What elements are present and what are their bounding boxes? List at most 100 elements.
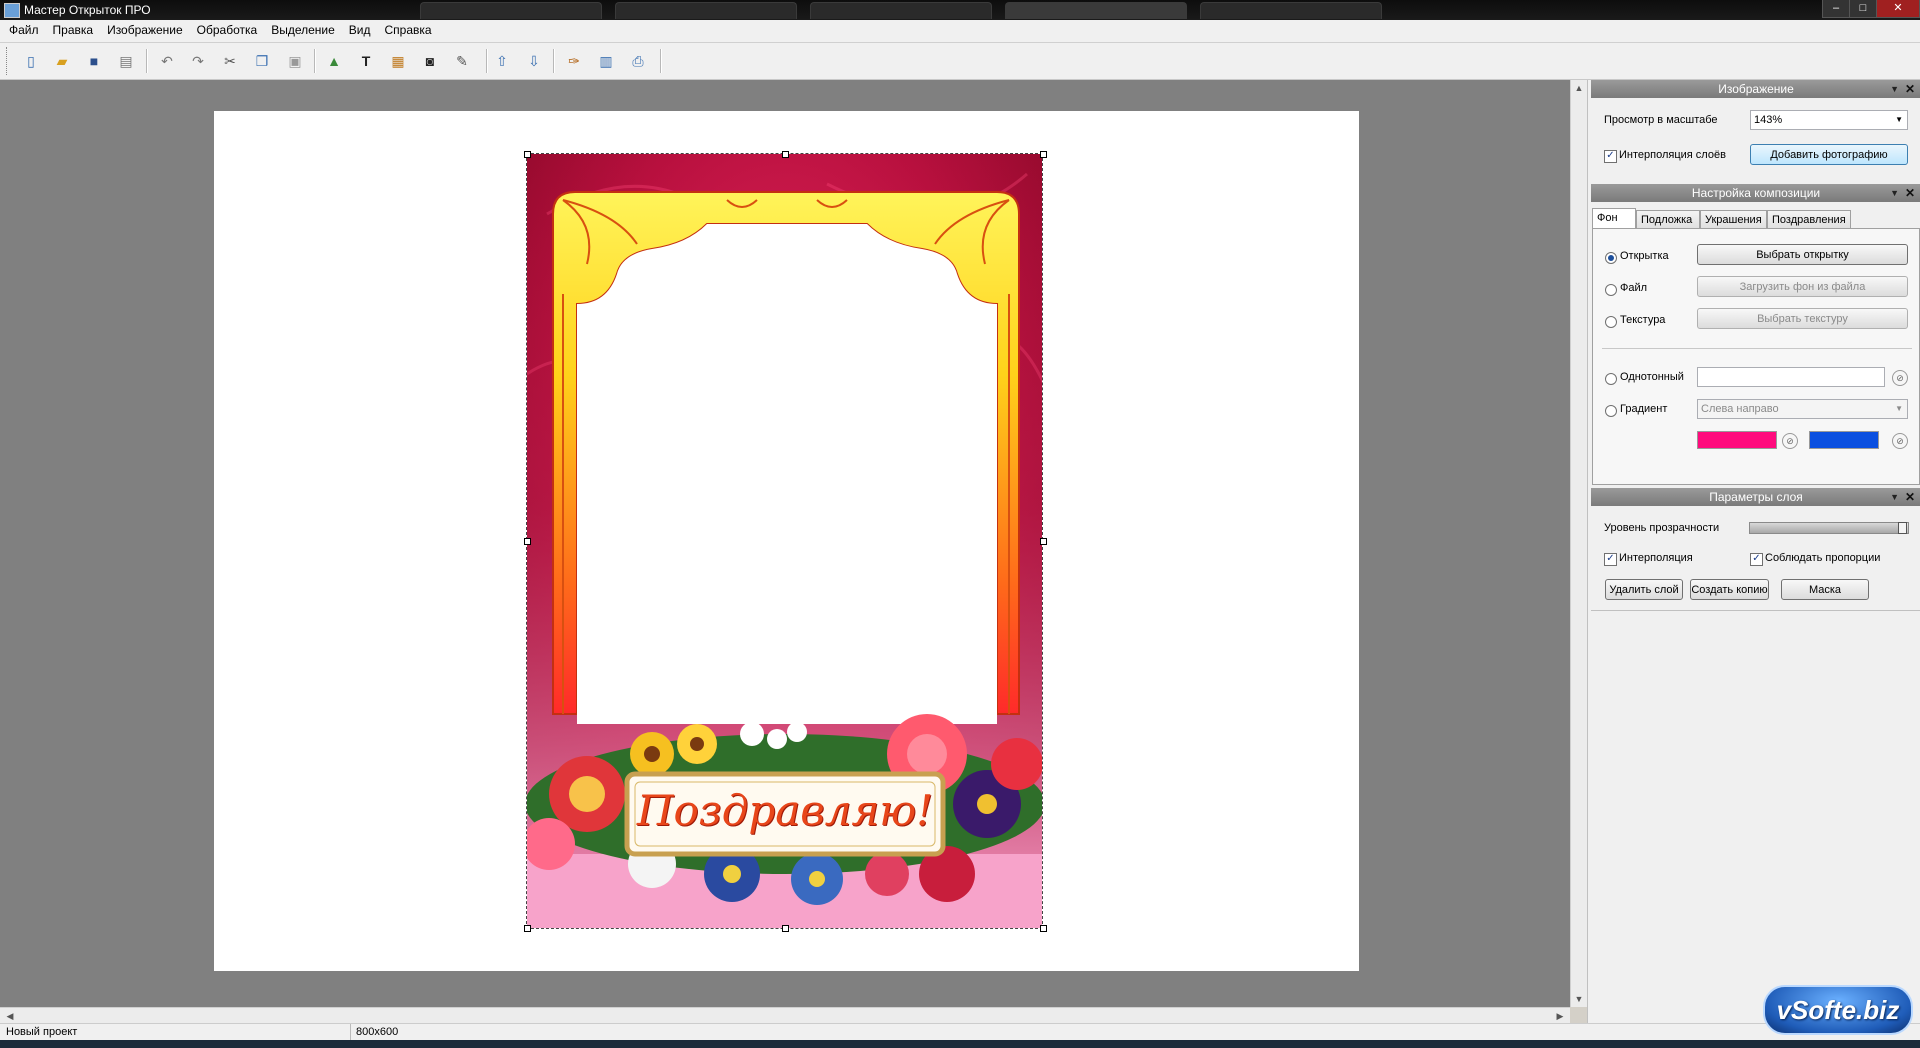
close-icon[interactable]: ✕	[1905, 488, 1915, 506]
add-image-icon[interactable]: ▲	[324, 51, 344, 71]
copy-icon[interactable]: ❐	[252, 51, 272, 71]
composition-panel-header[interactable]: Настройка композиции ▼ ✕	[1591, 184, 1920, 202]
postcard-layer[interactable]: Поздравляю!	[526, 153, 1043, 929]
eyedropper-icon[interactable]: ⊘	[1892, 433, 1908, 449]
resize-handle[interactable]	[524, 538, 531, 545]
resize-handle[interactable]	[524, 925, 531, 932]
divider	[1591, 610, 1920, 611]
page-setup-icon[interactable]: ▥	[596, 51, 616, 71]
radio-texture[interactable]	[1605, 316, 1617, 328]
tab-greetings[interactable]: Поздравления	[1767, 210, 1851, 228]
radio-solid[interactable]	[1605, 373, 1617, 385]
properties-panel: Изображение ▼ ✕ Просмотр в масштабе 143%…	[1587, 80, 1920, 1023]
app-icon	[4, 3, 20, 18]
chevron-down-icon: ▼	[1895, 115, 1903, 124]
menu-processing[interactable]: Обработка	[190, 20, 265, 37]
choose-texture-button[interactable]: Выбрать текстуру	[1697, 308, 1908, 329]
tab-decorations[interactable]: Украшения	[1700, 210, 1767, 228]
resize-handle[interactable]	[782, 925, 789, 932]
greeting-text[interactable]: Поздравляю!	[627, 786, 943, 835]
eyedropper-icon[interactable]: ⊘	[1782, 433, 1798, 449]
tab-background[interactable]: Фон	[1592, 208, 1636, 228]
mask-button[interactable]: Маска	[1781, 579, 1869, 600]
add-photo-button[interactable]: Добавить фотографию	[1750, 144, 1908, 165]
collapse-icon[interactable]: ▼	[1890, 184, 1899, 202]
gradient-color-start[interactable]	[1697, 431, 1777, 449]
gradient-direction-select[interactable]: Слева направо ▼	[1697, 399, 1908, 419]
bring-forward-icon[interactable]: ⇧	[492, 51, 512, 71]
menu-help[interactable]: Справка	[378, 20, 439, 37]
minimize-button[interactable]: –	[1822, 0, 1850, 18]
resize-handle[interactable]	[1040, 925, 1047, 932]
canvas-size: 800x600	[356, 1026, 399, 1038]
radio-file[interactable]	[1605, 284, 1617, 296]
new-file-icon[interactable]: ▯	[21, 51, 41, 71]
redo-icon[interactable]: ↷	[188, 51, 208, 71]
radio-card[interactable]	[1605, 252, 1617, 264]
zoom-select[interactable]: 143% ▼	[1750, 110, 1908, 130]
menu-edit[interactable]: Правка	[46, 20, 101, 37]
resize-handle[interactable]	[1040, 538, 1047, 545]
keep-ratio-checkbox[interactable]: ✓	[1750, 553, 1763, 566]
export-icon[interactable]: ⎙	[628, 51, 648, 71]
image-panel-header[interactable]: Изображение ▼ ✕	[1591, 80, 1920, 98]
send-backward-icon[interactable]: ⇩	[524, 51, 544, 71]
close-icon[interactable]: ✕	[1905, 184, 1915, 202]
crop-icon[interactable]: ◙	[420, 51, 440, 71]
close-button[interactable]: ✕	[1876, 0, 1920, 18]
maximize-button[interactable]: □	[1849, 0, 1877, 18]
resize-handle[interactable]	[1040, 151, 1047, 158]
scroll-right-icon[interactable]: ▶	[1552, 1008, 1568, 1024]
scroll-left-icon[interactable]: ◀	[2, 1008, 18, 1024]
opacity-slider-thumb[interactable]	[1898, 522, 1907, 534]
undo-icon[interactable]: ↶	[157, 51, 177, 71]
eyedropper-icon[interactable]: ⊘	[1892, 370, 1908, 386]
load-background-button[interactable]: Загрузить фон из файла	[1697, 276, 1908, 297]
scroll-up-icon[interactable]: ▲	[1571, 80, 1587, 96]
menu-view[interactable]: Вид	[342, 20, 378, 37]
choose-card-button[interactable]: Выбрать открытку	[1697, 244, 1908, 265]
gradient-color-end[interactable]	[1809, 431, 1879, 449]
open-folder-icon[interactable]: ▰	[52, 51, 72, 71]
toolbar-separator	[146, 49, 148, 73]
menu-file[interactable]: Файл	[0, 20, 46, 37]
radio-gradient[interactable]	[1605, 405, 1617, 417]
save-icon[interactable]: ■	[84, 51, 104, 71]
taskbar-ghost-tab	[420, 2, 602, 19]
mask-icon[interactable]: ✎	[452, 51, 472, 71]
taskbar-ghost-tab	[810, 2, 992, 19]
layer-panel-header[interactable]: Параметры слоя ▼ ✕	[1591, 488, 1920, 506]
taskbar-ghost-tab	[1005, 2, 1187, 19]
toolbar-separator	[314, 49, 316, 73]
collapse-icon[interactable]: ▼	[1890, 80, 1899, 98]
solid-color-field[interactable]	[1697, 367, 1885, 387]
collapse-icon[interactable]: ▼	[1890, 488, 1899, 506]
vertical-scrollbar[interactable]: ▲ ▼	[1570, 80, 1587, 1007]
frame-icon[interactable]: ▦	[388, 51, 408, 71]
cut-icon[interactable]: ✂	[220, 51, 240, 71]
delete-layer-button[interactable]: Удалить слой	[1605, 579, 1683, 600]
horizontal-scrollbar[interactable]: ◀ ▶	[0, 1007, 1570, 1024]
scroll-down-icon[interactable]: ▼	[1571, 991, 1587, 1007]
status-bar: Новый проект 800x600	[0, 1023, 1920, 1041]
menu-selection[interactable]: Выделение	[264, 20, 342, 37]
duplicate-layer-button[interactable]: Создать копию	[1690, 579, 1769, 600]
layer-interpolation-label: Интерполяция слоёв	[1619, 149, 1726, 161]
toolbar-separator	[660, 49, 662, 73]
project-name: Новый проект	[6, 1026, 78, 1038]
text-icon[interactable]: T	[356, 51, 376, 71]
opacity-slider[interactable]	[1749, 522, 1909, 534]
close-icon[interactable]: ✕	[1905, 80, 1915, 98]
tab-underlay[interactable]: Подложка	[1636, 210, 1700, 228]
paste-icon[interactable]: ▣	[285, 51, 305, 71]
toolbar-grip[interactable]	[6, 47, 10, 75]
menu-bar: Файл Правка Изображение Обработка Выделение В…	[0, 20, 1920, 43]
resize-handle[interactable]	[524, 151, 531, 158]
menu-image[interactable]: Изображение	[100, 20, 190, 37]
layer-interpolation-checkbox[interactable]: ✓	[1604, 150, 1617, 163]
print-icon[interactable]: ▤	[116, 51, 136, 71]
resize-handle[interactable]	[782, 151, 789, 158]
interpolation-checkbox[interactable]: ✓	[1604, 553, 1617, 566]
text-effect-icon[interactable]: ✑	[564, 51, 584, 71]
opacity-label: Уровень прозрачности	[1604, 522, 1720, 534]
